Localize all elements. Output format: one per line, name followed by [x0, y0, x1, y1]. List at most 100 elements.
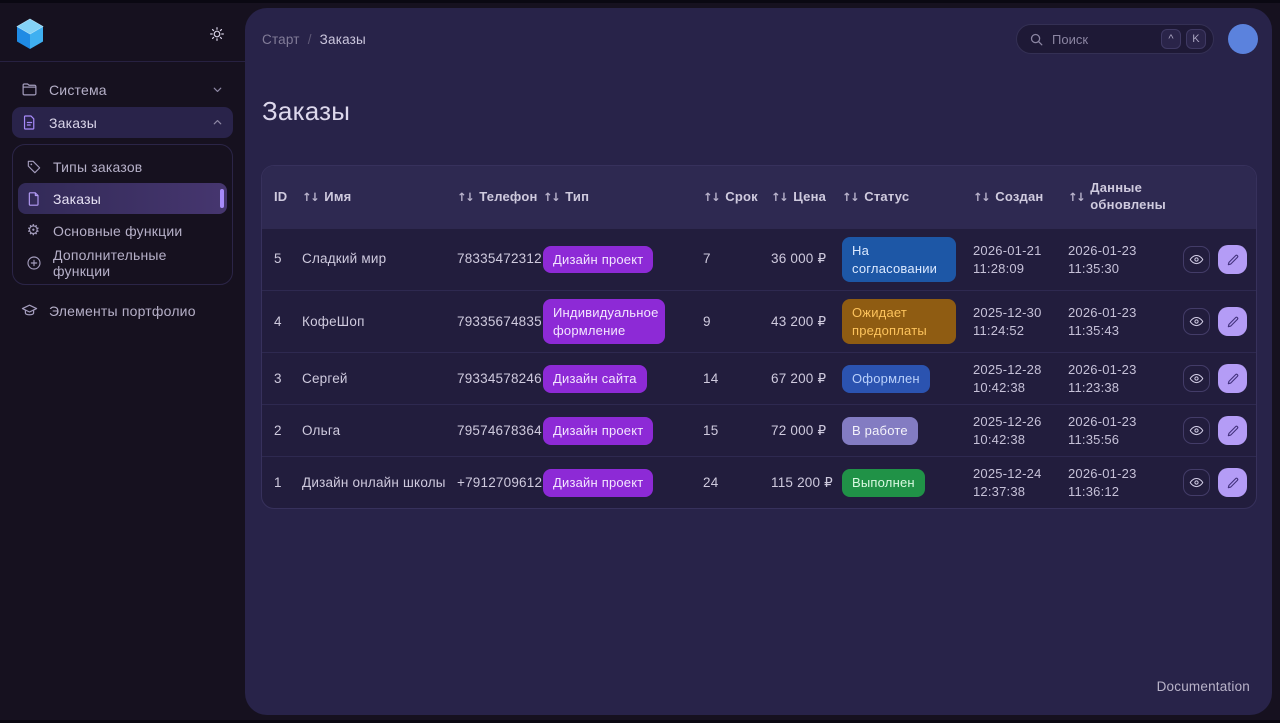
- cell-id: 4: [274, 305, 302, 339]
- breadcrumb-root[interactable]: Старт: [262, 32, 300, 47]
- cell-price: 67 200 ₽: [771, 362, 842, 396]
- eye-icon: [1189, 423, 1204, 438]
- cell-updated: 2026-01-2311:35:56: [1068, 405, 1183, 456]
- edit-button[interactable]: [1218, 364, 1247, 393]
- view-button[interactable]: [1183, 469, 1210, 496]
- sort-icon: ↑↓: [703, 190, 719, 205]
- cell-term: 9: [703, 305, 771, 339]
- type-badge: Дизайн проект: [543, 246, 653, 274]
- view-button[interactable]: [1183, 246, 1210, 273]
- column-header-actions: [1183, 187, 1257, 207]
- view-button[interactable]: [1183, 417, 1210, 444]
- column-header-status[interactable]: ↑↓Статус: [842, 179, 973, 216]
- column-header-type[interactable]: ↑↓Тип: [543, 179, 703, 216]
- documentation-link[interactable]: Documentation: [1157, 679, 1250, 694]
- tag-icon: [25, 158, 42, 175]
- edit-button[interactable]: [1218, 416, 1247, 445]
- sidebar-item-label: Заказы: [53, 191, 101, 207]
- edit-button[interactable]: [1218, 307, 1247, 336]
- sidebar-item-order-types[interactable]: Типы заказов: [18, 151, 227, 182]
- gear-icon: ⚙: [25, 222, 42, 239]
- sidebar: Система Заказы: [0, 3, 245, 720]
- sort-icon: ↑↓: [973, 190, 989, 205]
- search-box[interactable]: ^ K: [1016, 24, 1214, 54]
- edit-button[interactable]: [1218, 468, 1247, 497]
- main-panel: Старт / Заказы ^ K Заказы: [245, 8, 1272, 715]
- type-badge: Дизайн проект: [543, 469, 653, 497]
- sidebar-item-orders-group[interactable]: Заказы: [12, 107, 233, 138]
- cell-name: Ольга: [302, 414, 457, 448]
- column-header-price[interactable]: ↑↓Цена: [771, 179, 842, 216]
- cell-price: 36 000 ₽: [771, 242, 842, 276]
- sidebar-item-label: Элементы портфолио: [49, 303, 196, 319]
- type-badge: Дизайн сайта: [543, 365, 647, 393]
- cell-term: 7: [703, 242, 771, 276]
- sidebar-item-label: Дополнительные функции: [53, 247, 220, 279]
- ctrl-keycap: ^: [1161, 29, 1181, 49]
- table-row: 2 Ольга 79574678364 Дизайн проект 15 72 …: [262, 404, 1256, 456]
- column-header-created[interactable]: ↑↓Создан: [973, 179, 1068, 216]
- edit-button[interactable]: [1218, 245, 1247, 274]
- cell-name: Сергей: [302, 362, 457, 396]
- cell-phone: 79574678364: [457, 414, 543, 448]
- cell-phone: 78335472312: [457, 242, 543, 276]
- cell-term: 24: [703, 466, 771, 500]
- view-button[interactable]: [1183, 365, 1210, 392]
- k-keycap: K: [1186, 29, 1206, 49]
- table-row: 1 Дизайн онлайн школы +79127096121 Дизай…: [262, 456, 1256, 508]
- table-header-row: ID ↑↓Имя ↑↓Телефон ↑↓Тип ↑↓Срок ↑↓Цена ↑…: [262, 166, 1256, 228]
- sidebar-item-additional-functions[interactable]: Дополнительные функции: [18, 247, 227, 278]
- active-indicator: [220, 189, 224, 208]
- column-header-phone[interactable]: ↑↓Телефон: [457, 179, 543, 216]
- cell-term: 15: [703, 414, 771, 448]
- cell-phone: 79335674835: [457, 305, 543, 339]
- table-row: 5 Сладкий мир 78335472312 Дизайн проект …: [262, 228, 1256, 290]
- cell-price: 43 200 ₽: [771, 305, 842, 339]
- sidebar-item-portfolio-elements[interactable]: Элементы портфолио: [12, 295, 233, 326]
- sidebar-item-system[interactable]: Система: [12, 74, 233, 105]
- cell-updated: 2026-01-2311:36:12: [1068, 457, 1183, 508]
- page-title: Заказы: [245, 70, 1272, 127]
- shortcut-hint: ^ K: [1161, 29, 1206, 49]
- column-header-updated[interactable]: ↑↓Данные обновлены: [1068, 170, 1183, 224]
- plus-circle-icon: [25, 254, 42, 271]
- cell-id: 1: [274, 466, 302, 500]
- status-badge: Оформлен: [842, 365, 930, 393]
- app-logo-cube-icon[interactable]: [14, 17, 46, 51]
- cell-id: 2: [274, 414, 302, 448]
- cell-phone: +79127096121: [457, 466, 543, 500]
- eye-icon: [1189, 252, 1204, 267]
- breadcrumb-current[interactable]: Заказы: [320, 32, 366, 47]
- table-row: 3 Сергей 79334578246 Дизайн сайта 14 67 …: [262, 352, 1256, 404]
- cell-created: 2025-12-2810:42:38: [973, 353, 1068, 404]
- view-button[interactable]: [1183, 308, 1210, 335]
- column-header-name[interactable]: ↑↓Имя: [302, 179, 457, 216]
- sort-icon: ↑↓: [771, 190, 787, 205]
- theme-toggle-button[interactable]: [204, 21, 229, 46]
- sidebar-item-main-functions[interactable]: ⚙ Основные функции: [18, 215, 227, 246]
- search-input[interactable]: [1052, 32, 1153, 47]
- user-avatar[interactable]: [1228, 24, 1258, 54]
- type-badge: Дизайн проект: [543, 417, 653, 445]
- sidebar-item-label: Типы заказов: [53, 159, 142, 175]
- sidebar-item-orders[interactable]: Заказы: [18, 183, 227, 214]
- cell-created: 2025-12-2610:42:38: [973, 405, 1068, 456]
- cell-price: 72 000 ₽: [771, 414, 842, 448]
- cell-name: Дизайн онлайн школы: [302, 466, 457, 500]
- cell-price: 115 200 ₽: [771, 466, 842, 500]
- cell-updated: 2026-01-2311:35:43: [1068, 296, 1183, 347]
- cell-phone: 79334578246: [457, 362, 543, 396]
- column-header-term[interactable]: ↑↓Срок: [703, 179, 771, 216]
- sort-icon: ↑↓: [1068, 190, 1084, 205]
- sidebar-item-label: Заказы: [49, 115, 97, 131]
- cell-name: Сладкий мир: [302, 242, 457, 276]
- sidebar-nav: Система Заказы: [0, 62, 245, 326]
- sort-icon: ↑↓: [842, 190, 858, 205]
- sort-icon: ↑↓: [543, 190, 559, 205]
- pencil-icon: [1226, 372, 1240, 386]
- cell-term: 14: [703, 362, 771, 396]
- breadcrumb-separator: /: [308, 32, 312, 47]
- cell-id: 3: [274, 362, 302, 396]
- topbar: Старт / Заказы ^ K: [245, 8, 1272, 70]
- cell-updated: 2026-01-2311:35:30: [1068, 234, 1183, 285]
